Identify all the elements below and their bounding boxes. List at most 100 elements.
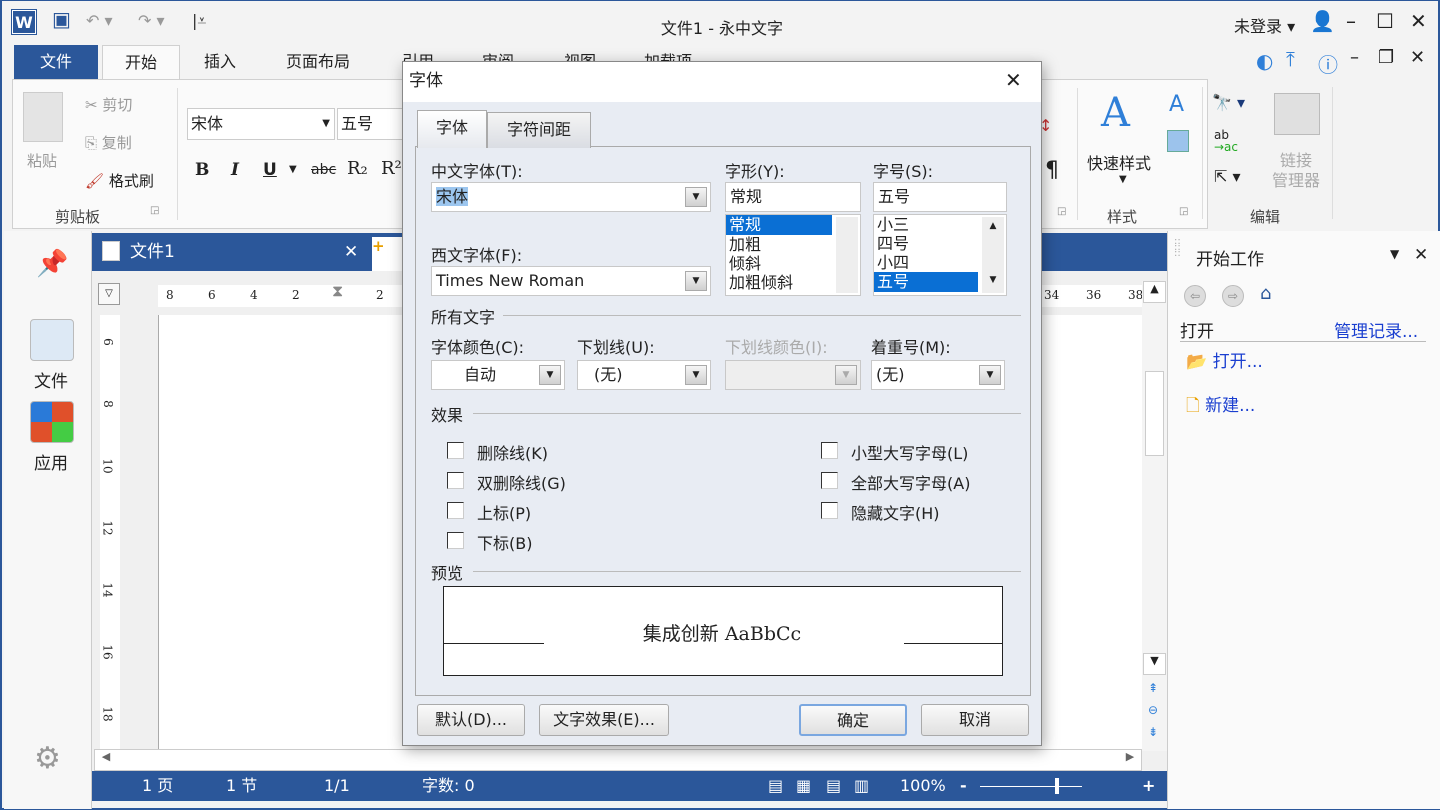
outline-view-icon[interactable]: ▤ (826, 771, 841, 801)
vertical-ruler[interactable]: 6 8 10 12 14 16 18 (100, 315, 120, 751)
font-size-combo[interactable]: 五号 (337, 108, 407, 140)
tab-insert[interactable]: 插入 (184, 45, 256, 79)
cn-font-combo[interactable]: 宋体 ▼ (431, 182, 711, 212)
change-styles-icon[interactable]: A (1169, 92, 1184, 117)
pane-back-icon[interactable]: ⇦ (1184, 285, 1206, 307)
minimize-button[interactable]: – (1346, 9, 1356, 33)
checkbox[interactable] (821, 472, 838, 489)
dropdown-arrow-icon[interactable]: ▼ (685, 187, 707, 207)
tab-page-layout[interactable]: 页面布局 (266, 45, 370, 79)
help-icon[interactable]: ⓘ (1318, 49, 1338, 78)
copy-button[interactable]: ⎘ 复制 (85, 132, 132, 153)
web-layout-view-icon[interactable]: ▦ (796, 771, 811, 801)
scroll-down-button[interactable]: ▼ (1143, 653, 1166, 675)
pane-grip-icon[interactable]: :::::: (1174, 237, 1181, 259)
list-scrollbar[interactable]: ▲ ▼ (982, 217, 1004, 293)
tab-font[interactable]: 字体 (417, 110, 487, 148)
maximize-button[interactable]: ☐ (1376, 9, 1394, 33)
zoom-slider[interactable] (980, 786, 1082, 787)
back-icon[interactable]: ◐ (1256, 49, 1273, 73)
replace-button[interactable]: ab →ac (1214, 129, 1238, 153)
emphasis-combo[interactable]: (无) ▼ (871, 360, 1005, 390)
default-button[interactable]: 默认(D)... (417, 704, 525, 736)
open-link[interactable]: 📂 打开... (1186, 347, 1263, 372)
subscript-button[interactable]: R₂ (347, 158, 368, 179)
checkbox[interactable] (821, 502, 838, 519)
dropdown-arrow-icon[interactable]: ▼ (685, 365, 707, 385)
ok-button[interactable]: 确定 (799, 704, 907, 736)
pane-home-icon[interactable]: ⌂ (1260, 283, 1271, 304)
underline-combo[interactable]: (无) ▼ (577, 360, 711, 390)
quick-styles-dropdown-icon[interactable]: ▼ (1119, 174, 1127, 185)
sidebar-apps-label[interactable]: 应用 (34, 449, 68, 474)
font-style-list[interactable]: 常规 加粗 倾斜 加粗倾斜 (725, 214, 861, 296)
vertical-scrollbar[interactable]: ▲ ▼ ⇞ ⊖ ⇟ (1142, 281, 1167, 751)
browse-object-icon[interactable]: ⊖ (1148, 703, 1158, 717)
reading-view-icon[interactable]: ▥ (854, 771, 869, 801)
italic-button[interactable]: I (231, 160, 239, 180)
list-scrollbar[interactable] (836, 217, 858, 293)
font-size-list[interactable]: 小三 四号 小四 五号 ▲ ▼ (873, 214, 1007, 296)
superscript-button[interactable]: R² (381, 158, 402, 179)
font-color-combo[interactable]: 自动 ▼ (431, 360, 565, 390)
doc-close-button[interactable]: ✕ (1410, 47, 1425, 68)
tab-stop-selector[interactable]: ▽ (98, 283, 120, 305)
doc-tab-close-icon[interactable]: ✕ (344, 233, 358, 271)
horizontal-scrollbar[interactable]: ◀ ▶ (94, 749, 1142, 771)
sidebar-file-label[interactable]: 文件 (34, 367, 68, 392)
scroll-thumb[interactable] (1145, 371, 1164, 456)
strikethrough-button[interactable]: abc (311, 162, 336, 178)
paragraph-launcher-icon[interactable]: ◲ (1057, 206, 1066, 217)
manage-records-link[interactable]: 管理记录... (1334, 317, 1418, 342)
login-menu[interactable]: 未登录 ▾ (1234, 13, 1295, 37)
dropdown-arrow-icon[interactable]: ▼ (979, 365, 1001, 385)
dropdown-arrow-icon[interactable]: ▼ (539, 365, 561, 385)
clipboard-launcher-icon[interactable]: ◲ (150, 205, 159, 216)
format-painter-button[interactable]: 🖌 格式刷 (85, 170, 154, 191)
font-name-combo[interactable]: 宋体 ▼ (187, 108, 335, 140)
dialog-close-button[interactable]: ✕ (1005, 68, 1022, 92)
scroll-right-button[interactable]: ▶ (1119, 750, 1141, 770)
doc-tab-file1[interactable]: 文件1 ✕ (92, 233, 370, 271)
select-button[interactable]: ⇱ ▾ (1214, 167, 1241, 186)
apps-icon[interactable] (30, 401, 74, 443)
task-pane-menu-icon[interactable]: ▼ (1390, 247, 1399, 261)
checkbox[interactable] (821, 442, 838, 459)
doc-restore-button[interactable]: ❐ (1378, 47, 1394, 68)
text-effects-button[interactable]: 文字效果(E)... (539, 704, 669, 736)
styles-launcher-icon[interactable]: ◲ (1179, 206, 1188, 217)
bold-button[interactable]: B (195, 160, 209, 180)
tab-file[interactable]: 文件 (14, 45, 98, 79)
doc-minimize-button[interactable]: – (1350, 47, 1359, 68)
list-item[interactable]: 常规 (726, 215, 832, 235)
scroll-up-button[interactable]: ▲ (1143, 281, 1166, 303)
dropdown-arrow-icon[interactable]: ▼ (685, 271, 707, 291)
new-tab-button[interactable]: + (372, 237, 402, 271)
checkbox[interactable] (447, 472, 464, 489)
scroll-left-button[interactable]: ◀ (95, 750, 117, 770)
print-layout-view-icon[interactable]: ▤ (768, 771, 783, 801)
prev-page-icon[interactable]: ⇞ (1148, 681, 1158, 695)
checkbox[interactable] (447, 532, 464, 549)
link-manager-button[interactable]: 链接 管理器 (1272, 151, 1320, 191)
list-item[interactable]: 五号 (874, 272, 978, 292)
indent-marker[interactable]: ⧗ (332, 281, 343, 301)
checkbox[interactable] (447, 502, 464, 519)
top-icon[interactable]: ⤒ (1286, 47, 1295, 71)
zoom-out-button[interactable]: - (960, 771, 967, 801)
next-page-icon[interactable]: ⇟ (1148, 725, 1158, 739)
user-icon[interactable]: 👤 (1310, 9, 1335, 33)
west-font-combo[interactable]: Times New Roman ▼ (431, 266, 711, 296)
paragraph-marks-button[interactable]: ¶ (1045, 158, 1059, 183)
zoom-slider-thumb[interactable] (1055, 778, 1059, 794)
pin-icon[interactable]: 📌 (36, 249, 68, 279)
cancel-button[interactable]: 取消 (921, 704, 1029, 736)
find-button[interactable]: 🔭 ▾ (1212, 93, 1245, 112)
paste-button[interactable]: 粘贴 (27, 150, 57, 171)
checkbox[interactable] (447, 442, 464, 459)
tab-home[interactable]: 开始 (102, 45, 180, 80)
font-size-input[interactable]: 五号 (873, 182, 1007, 212)
underline-dropdown-icon[interactable]: ▼ (289, 164, 297, 175)
tab-character-spacing[interactable]: 字符间距 (487, 112, 591, 148)
close-button[interactable]: ✕ (1410, 9, 1427, 33)
